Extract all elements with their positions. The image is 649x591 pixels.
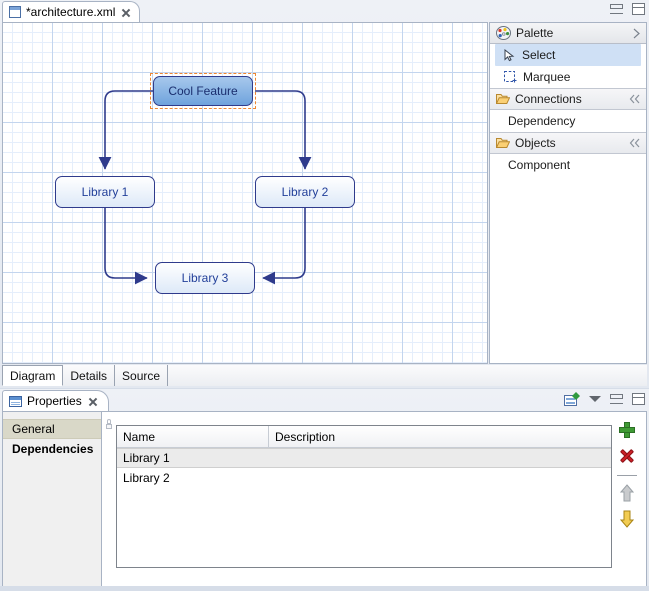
palette-title: Palette: [516, 26, 627, 40]
tab-source[interactable]: Source: [115, 365, 168, 386]
properties-tab-list: General Dependencies: [3, 412, 102, 587]
properties-toolbar: [564, 392, 645, 406]
pin-to-selection-icon[interactable]: [564, 392, 580, 406]
properties-tab-item-label: Dependencies: [12, 442, 93, 456]
palette-section-connections[interactable]: Connections: [490, 88, 646, 110]
properties-content: Name Description Library 1 Library 2: [102, 412, 646, 587]
eclipse-workbench-window: *architecture.xml: [0, 0, 649, 591]
maximize-icon[interactable]: [632, 3, 645, 15]
editor-window-buttons: [610, 3, 645, 15]
dependencies-table[interactable]: Name Description Library 1 Library 2: [116, 425, 612, 568]
palette-item-label: Component: [508, 158, 570, 172]
maximize-icon[interactable]: [632, 393, 645, 405]
tab-diagram[interactable]: Diagram: [2, 365, 63, 386]
palette-item-label: Dependency: [508, 114, 575, 128]
palette-header[interactable]: Palette: [490, 23, 646, 44]
edge-coolfeature-library1: [105, 91, 155, 169]
palette-tool-label: Select: [522, 48, 555, 62]
node-label: Cool Feature: [168, 84, 237, 98]
column-header-name[interactable]: Name: [117, 426, 269, 447]
close-icon[interactable]: [87, 396, 98, 407]
properties-tab-dependencies[interactable]: Dependencies: [3, 439, 101, 459]
double-chevron-icon[interactable]: [629, 138, 641, 148]
chevron-right-icon[interactable]: [632, 28, 641, 39]
diagram-node-library-2[interactable]: Library 2: [255, 176, 355, 208]
properties-tab-label: Properties: [27, 394, 82, 408]
edge-coolfeature-library2: [255, 91, 305, 169]
divider: [617, 475, 637, 476]
palette-panel: Palette Select Marquee: [489, 22, 647, 364]
diagram-node-library-3[interactable]: Library 3: [155, 262, 255, 294]
add-dependency-button[interactable]: [617, 420, 637, 440]
double-chevron-icon[interactable]: [629, 94, 641, 104]
tabs-filler: [168, 365, 647, 386]
diagram-node-library-1[interactable]: Library 1: [55, 176, 155, 208]
palette-section-label: Connections: [515, 92, 624, 106]
move-up-button[interactable]: [617, 483, 637, 503]
tab-label: Source: [122, 369, 160, 383]
folder-open-icon: [496, 93, 510, 105]
palette-section-objects[interactable]: Objects: [490, 132, 646, 154]
properties-view: Properties General Dependencies: [0, 389, 649, 591]
column-header-description[interactable]: Description: [269, 426, 611, 447]
delete-dependency-button[interactable]: [617, 446, 637, 466]
palette-tool-label: Marquee: [523, 70, 570, 84]
palette-section-label: Objects: [515, 136, 624, 150]
table-header: Name Description: [117, 426, 611, 448]
editor-tabbar: *architecture.xml: [0, 0, 649, 22]
edge-library2-library3: [263, 208, 305, 278]
cursor-arrow-icon: [504, 49, 516, 62]
editor-tab-label: *architecture.xml: [26, 5, 115, 19]
properties-tab-general[interactable]: General: [3, 419, 101, 439]
cell-name: Library 2: [117, 471, 269, 485]
node-label: Library 1: [82, 185, 129, 199]
marquee-icon: [504, 71, 517, 84]
node-label: Library 3: [182, 271, 229, 285]
sash-handle-icon[interactable]: [105, 419, 113, 430]
table-row[interactable]: Library 1: [117, 448, 611, 468]
edge-library1-library3: [105, 208, 147, 278]
folder-open-icon: [496, 137, 510, 149]
close-icon[interactable]: [120, 7, 131, 18]
properties-icon: [9, 396, 22, 407]
arrow-down-icon: [620, 510, 634, 528]
properties-body: General Dependencies Name Description Li…: [2, 411, 647, 587]
palette-item-component[interactable]: Component: [490, 154, 646, 176]
palette-icon: [496, 26, 511, 40]
palette-tool-select[interactable]: Select: [495, 44, 641, 66]
properties-tab-item-label: General: [12, 422, 55, 436]
arrow-up-icon: [620, 484, 634, 502]
tab-label: Details: [70, 369, 107, 383]
xml-file-icon: [9, 6, 21, 18]
properties-tab[interactable]: Properties: [2, 390, 109, 411]
minimize-icon[interactable]: [610, 394, 623, 404]
tab-label: Diagram: [10, 369, 55, 383]
node-label: Library 2: [282, 185, 329, 199]
palette-item-dependency[interactable]: Dependency: [490, 110, 646, 132]
minimize-icon[interactable]: [610, 4, 623, 14]
properties-footer: [0, 586, 649, 591]
view-menu-icon[interactable]: [589, 396, 601, 402]
table-action-buttons: [615, 420, 639, 535]
editor-area: *architecture.xml: [0, 0, 649, 388]
properties-tabbar: Properties: [0, 389, 649, 411]
editor-tab-architecture-xml[interactable]: *architecture.xml: [2, 1, 140, 22]
editor-page-tabs: Diagram Details Source: [2, 365, 647, 386]
cell-name: Library 1: [117, 451, 269, 465]
tab-details[interactable]: Details: [63, 365, 115, 386]
diagram-node-cool-feature[interactable]: Cool Feature: [153, 76, 253, 106]
table-row[interactable]: Library 2: [117, 468, 611, 488]
move-down-button[interactable]: [617, 509, 637, 529]
palette-tool-marquee[interactable]: Marquee: [490, 66, 646, 88]
diagram-canvas[interactable]: Cool Feature Library 1 Library 2 Library…: [2, 22, 488, 364]
